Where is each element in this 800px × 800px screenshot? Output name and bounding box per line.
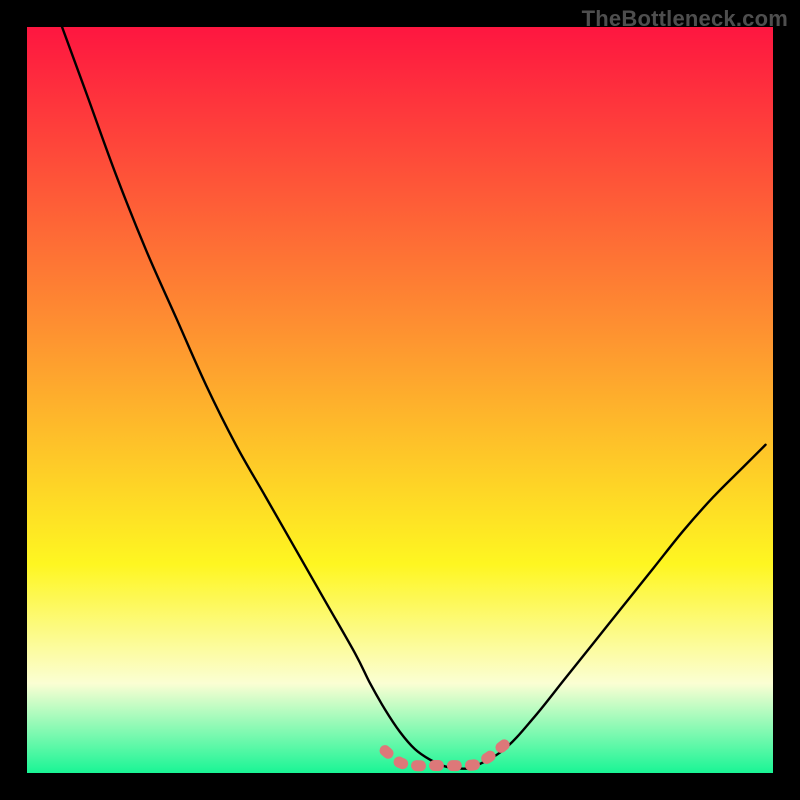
chart-frame: TheBottleneck.com [0, 0, 800, 800]
chart-plot-area [27, 27, 773, 773]
chart-background [27, 27, 773, 773]
chart-svg [27, 27, 773, 773]
